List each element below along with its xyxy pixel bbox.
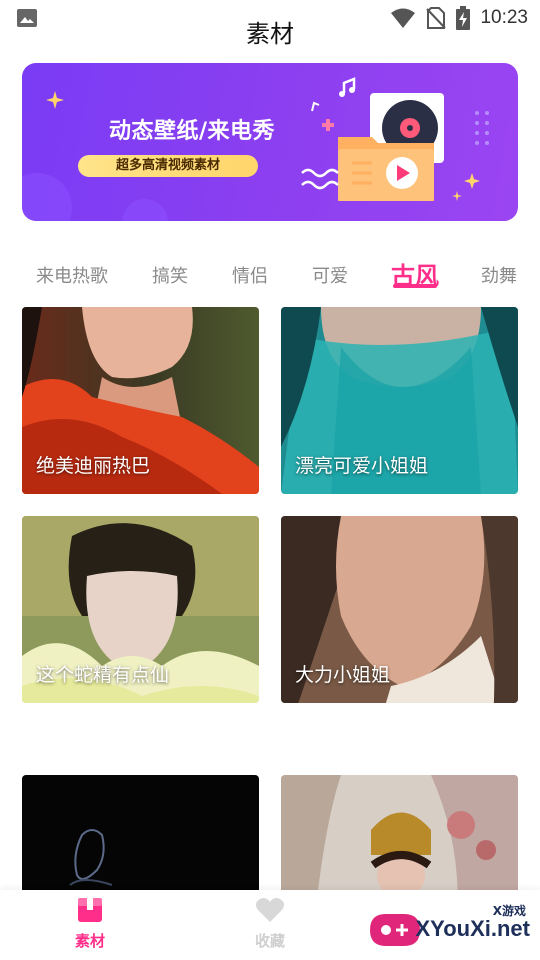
category-tabs: 来电热歌 搞笑 情侣 可爱 古风 劲舞 (0, 252, 540, 300)
video-folder-illustration (301, 77, 489, 201)
material-card[interactable]: 这个蛇精有点仙 (22, 516, 259, 703)
card-title: 这个蛇精有点仙 (36, 664, 170, 686)
page-title: 素材 (246, 20, 294, 48)
material-card[interactable]: 漂亮可爱小姐姐 (281, 307, 518, 494)
banner-title: 动态壁纸/来电秀 (108, 119, 276, 144)
active-tab-indicator (393, 284, 437, 288)
tab-dance[interactable]: 劲舞 (481, 262, 517, 288)
banner-subtitle: 超多高清视频素材 (78, 155, 258, 177)
tab-funny[interactable]: 搞笑 (152, 262, 188, 288)
card-title: 绝美迪丽热巴 (36, 455, 151, 477)
card-title: 大力小姐姐 (295, 664, 391, 686)
promo-banner[interactable]: 动态壁纸/来电秀 超多高清视频素材 (22, 63, 518, 221)
material-card[interactable]: 大力小姐姐 (281, 516, 518, 703)
banner-decoration (122, 199, 168, 221)
tab-couples[interactable]: 情侣 (232, 262, 268, 288)
box-icon (78, 898, 102, 922)
material-grid: 绝美迪丽热巴 漂亮可爱小姐姐 这个蛇精有点仙 大力小姐姐 (0, 307, 540, 890)
nav-favorites[interactable]: 收藏 (230, 896, 310, 951)
nav-materials[interactable]: 素材 (50, 896, 130, 951)
watermark-text: XYouXi.net (415, 916, 531, 941)
sparkle-icon (46, 91, 64, 109)
tab-ringtone-hits[interactable]: 来电热歌 (36, 262, 108, 288)
thumbnail-image (22, 775, 259, 890)
card-title: 漂亮可爱小姐姐 (295, 455, 429, 477)
material-card[interactable] (281, 775, 518, 890)
tab-cute[interactable]: 可爱 (312, 262, 348, 288)
nav-label: 收藏 (254, 932, 285, 950)
nav-label: 素材 (74, 932, 105, 950)
material-card[interactable]: 绝美迪丽热巴 (22, 307, 259, 494)
material-card[interactable] (22, 775, 259, 890)
thumbnail-image (281, 775, 518, 890)
banner-decoration (22, 173, 72, 221)
heart-icon (255, 898, 285, 922)
